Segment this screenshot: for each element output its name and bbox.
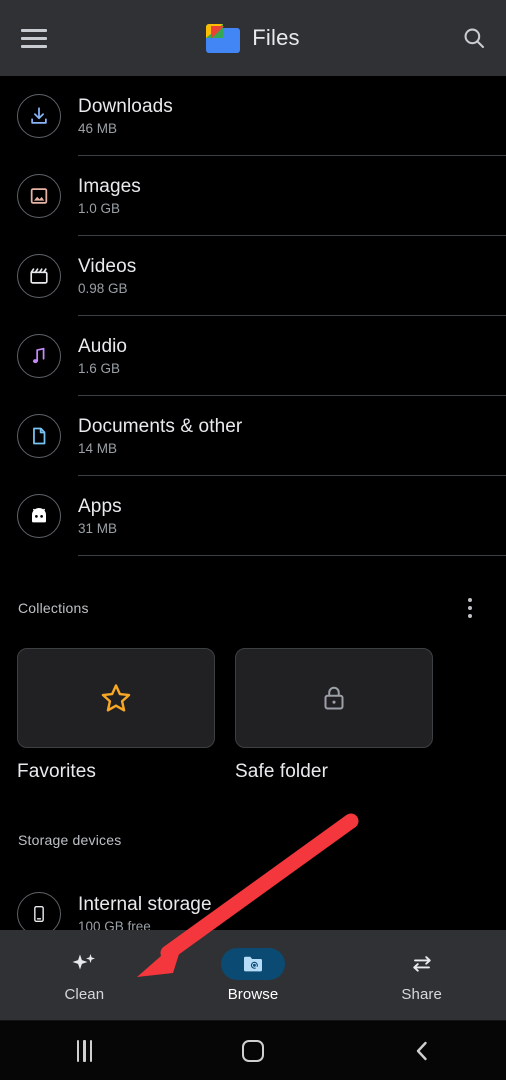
bottom-nav-label: Share xyxy=(401,985,442,1003)
category-label: Images xyxy=(78,175,141,197)
hamburger-bar xyxy=(21,28,47,32)
menu-dot xyxy=(468,614,472,618)
category-size: 14 MB xyxy=(78,440,118,456)
category-size: 31 MB xyxy=(78,520,118,536)
collection-item-safe-folder[interactable]: Safe folder xyxy=(235,648,433,783)
system-navigation-bar xyxy=(0,1020,506,1080)
category-list: Downloads 46 MB Images 1.0 GB Videos 0.9… xyxy=(0,76,506,556)
overflow-menu-icon[interactable] xyxy=(450,590,490,626)
category-label: Downloads xyxy=(78,95,173,117)
category-label: Apps xyxy=(78,495,122,517)
collections-section-label: Collections xyxy=(18,600,89,616)
storage-label: Internal storage xyxy=(78,893,212,915)
video-icon xyxy=(17,254,61,298)
category-label: Documents & other xyxy=(78,415,243,437)
category-icon-wrap xyxy=(0,414,78,458)
category-size: 1.6 GB xyxy=(78,360,121,376)
lock-icon xyxy=(324,686,344,710)
phone-screen: Files Downloads 46 MB Images 1.0 GB Vide… xyxy=(0,0,506,1080)
document-icon xyxy=(17,414,61,458)
recents-icon[interactable] xyxy=(0,1021,169,1080)
divider xyxy=(78,555,506,556)
collection-card[interactable] xyxy=(235,648,433,748)
category-icon-wrap xyxy=(0,334,78,378)
hamburger-bar xyxy=(21,44,47,48)
home-icon[interactable] xyxy=(169,1021,338,1080)
collection-label: Favorites xyxy=(17,761,97,782)
app-bar-center: Files xyxy=(0,0,506,76)
collections-header: Collections xyxy=(0,590,506,626)
category-row-documents[interactable]: Documents & other 14 MB xyxy=(0,396,506,476)
swap-arrows-icon xyxy=(390,948,454,980)
folder-search-icon xyxy=(221,947,285,980)
bottom-nav-label: Browse xyxy=(227,985,279,1003)
category-row-apps[interactable]: Apps 31 MB xyxy=(0,476,506,556)
bottom-nav-item-clean[interactable]: Clean xyxy=(0,930,169,1020)
collection-item-favorites[interactable]: Favorites xyxy=(17,648,215,783)
menu-dot xyxy=(468,598,472,602)
category-row-downloads[interactable]: Downloads 46 MB xyxy=(0,76,506,156)
image-icon xyxy=(17,174,61,218)
collection-card[interactable] xyxy=(17,648,215,748)
category-size: 1.0 GB xyxy=(78,200,121,216)
category-text: Images 1.0 GB xyxy=(78,175,506,218)
category-text: Audio 1.6 GB xyxy=(78,335,506,378)
menu-dot xyxy=(468,606,472,610)
category-label: Videos xyxy=(78,255,137,277)
category-text: Documents & other 14 MB xyxy=(78,415,506,458)
download-icon xyxy=(17,94,61,138)
back-chevron-icon[interactable] xyxy=(337,1021,506,1080)
bottom-nav-label: Clean xyxy=(64,985,105,1003)
category-row-images[interactable]: Images 1.0 GB xyxy=(0,156,506,236)
category-row-audio[interactable]: Audio 1.6 GB xyxy=(0,316,506,396)
bottom-navigation-bar: Clean Browse Share xyxy=(0,930,506,1020)
category-icon-wrap xyxy=(0,174,78,218)
category-text: Downloads 46 MB xyxy=(78,95,506,138)
category-text: Apps 31 MB xyxy=(78,495,506,538)
star-icon xyxy=(101,684,131,712)
category-size: 46 MB xyxy=(78,120,118,136)
category-icon-wrap xyxy=(0,94,78,138)
category-label: Audio xyxy=(78,335,128,357)
storage-header: Storage devices xyxy=(0,826,506,854)
app-bar: Files xyxy=(0,0,506,76)
collections-grid: Favorites Safe folder xyxy=(0,648,506,783)
files-by-google-icon xyxy=(206,23,241,53)
music-note-icon xyxy=(17,334,61,378)
category-icon-wrap xyxy=(0,494,78,538)
page-title: Files xyxy=(252,25,300,50)
category-text: Videos 0.98 GB xyxy=(78,255,506,298)
category-size: 0.98 GB xyxy=(78,280,128,296)
search-icon[interactable] xyxy=(450,14,498,62)
collection-label: Safe folder xyxy=(235,761,328,782)
android-apps-icon xyxy=(17,494,61,538)
bottom-nav-item-browse[interactable]: Browse xyxy=(169,930,338,1020)
category-icon-wrap xyxy=(0,254,78,298)
sparkle-icon xyxy=(52,948,116,980)
bottom-nav-item-share[interactable]: Share xyxy=(337,930,506,1020)
storage-section-label: Storage devices xyxy=(18,832,122,848)
hamburger-bar xyxy=(21,36,47,40)
category-row-videos[interactable]: Videos 0.98 GB xyxy=(0,236,506,316)
hamburger-menu-icon[interactable] xyxy=(6,10,62,66)
